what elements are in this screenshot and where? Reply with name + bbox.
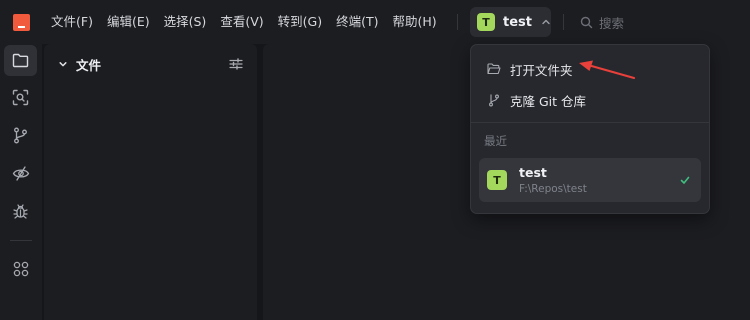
recent-workspace-avatar: T: [487, 170, 507, 190]
search-box[interactable]: 搜索: [580, 10, 624, 34]
menu-divider: [457, 14, 458, 30]
activity-divider: [10, 240, 32, 241]
recent-workspace-item[interactable]: T test F:\Repos\test: [479, 158, 701, 202]
recent-heading: 最近: [484, 134, 507, 148]
recent-workspace-path: F:\Repos\test: [519, 183, 587, 195]
open-folder-label: 打开文件夹: [510, 62, 573, 78]
folder-open-icon: [487, 63, 501, 75]
activity-preview-button[interactable]: [4, 158, 37, 189]
sliders-icon[interactable]: [229, 57, 243, 71]
debug-icon: [13, 204, 28, 219]
menu-view[interactable]: 查看(V): [213, 0, 270, 44]
menu-goto[interactable]: 转到(G): [271, 0, 329, 44]
activity-source-control-button[interactable]: [4, 120, 37, 151]
activity-files-button[interactable]: [4, 45, 37, 76]
activity-search-button[interactable]: [4, 82, 37, 113]
activity-extensions-button[interactable]: [4, 253, 37, 284]
recent-workspace-name: test: [519, 165, 547, 180]
clone-git-repo-label: 克隆 Git 仓库: [510, 93, 587, 109]
source-control-icon: [14, 127, 27, 144]
menu-selection[interactable]: 选择(S): [157, 0, 214, 44]
clone-git-repo-menu-item[interactable]: 克隆 Git 仓库: [479, 86, 701, 114]
menu-help[interactable]: 帮助(H): [385, 0, 443, 44]
menu-terminal[interactable]: 终端(T): [329, 0, 385, 44]
activity-bar: [0, 44, 42, 320]
workspace-name: test: [503, 14, 532, 30]
extensions-icon: [13, 261, 28, 276]
menu-edit[interactable]: 编辑(E): [100, 0, 157, 44]
activity-debug-button[interactable]: [4, 196, 37, 227]
menu-bar: 文件(F) 编辑(E) 选择(S) 查看(V) 转到(G) 终端(T) 帮助(H…: [44, 0, 444, 44]
annotation-arrow-icon: [579, 60, 636, 80]
files-icon: [12, 53, 29, 68]
chevron-up-icon: [542, 19, 550, 25]
file-explorer-panel: 文件: [44, 44, 257, 320]
panel-header[interactable]: 文件: [44, 44, 257, 84]
scan-search-icon: [12, 89, 29, 106]
menu-divider: [471, 122, 709, 123]
search-placeholder: 搜索: [599, 15, 625, 31]
search-icon: [580, 16, 593, 28]
workspace-avatar: T: [477, 13, 495, 31]
chevron-down-icon: [59, 62, 67, 67]
panel-title: 文件: [76, 57, 102, 73]
preview-icon: [12, 166, 29, 181]
app-logo-icon: [13, 14, 30, 31]
workspace-switcher-button[interactable]: T test: [470, 7, 551, 37]
git-branch-icon: [489, 94, 499, 107]
title-bar: 文件(F) 编辑(E) 选择(S) 查看(V) 转到(G) 终端(T) 帮助(H…: [0, 0, 750, 44]
search-divider: [563, 14, 564, 30]
menu-file[interactable]: 文件(F): [44, 0, 100, 44]
check-icon: [680, 176, 690, 184]
